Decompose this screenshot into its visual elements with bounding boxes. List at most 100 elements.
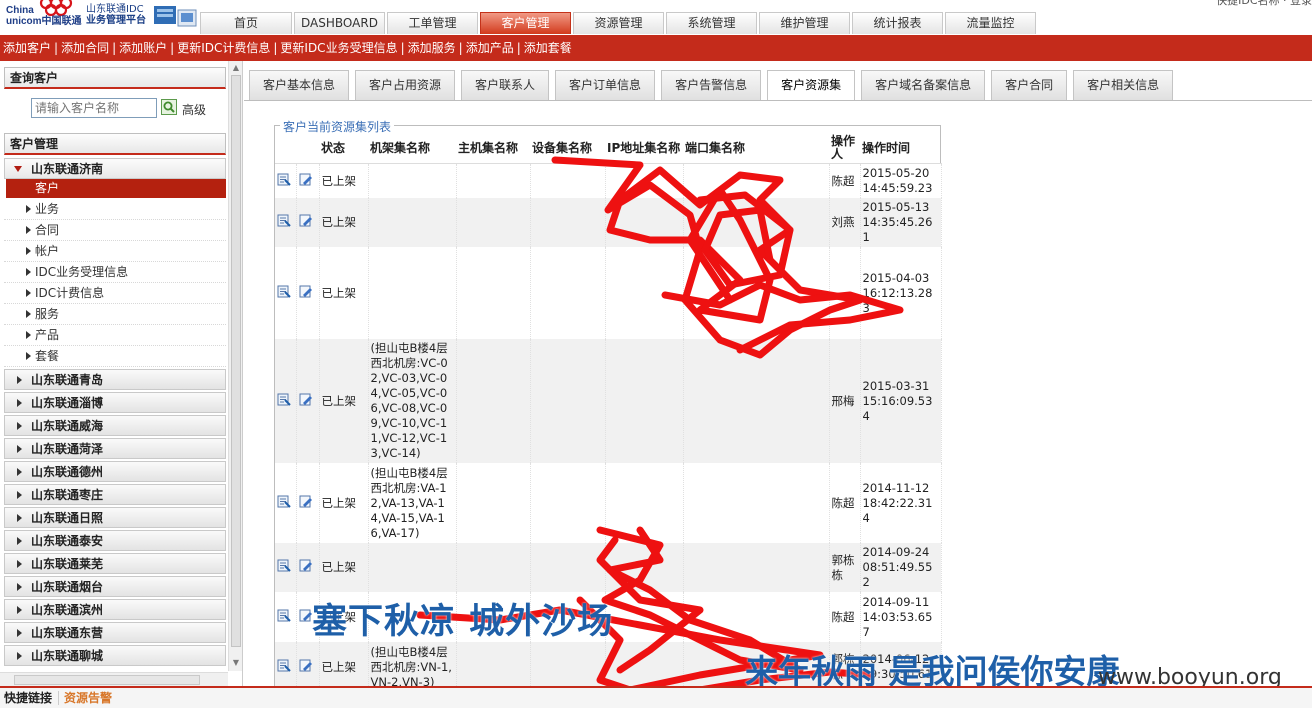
tab-basic-info[interactable]: 客户基本信息	[249, 70, 350, 100]
region-heze[interactable]: 山东联通菏泽	[4, 438, 226, 459]
region-rizhao[interactable]: 山东联通日照	[4, 507, 226, 528]
edit-icon[interactable]	[299, 659, 313, 672]
tab-occupied-resources[interactable]: 客户占用资源	[355, 70, 456, 100]
view-detail-icon[interactable]	[277, 495, 291, 508]
nav-statistics[interactable]: 统计报表	[852, 12, 943, 34]
magnifier-icon[interactable]	[161, 99, 177, 115]
resource-alarm-link[interactable]: 资源告警	[58, 691, 113, 705]
tab-alarms[interactable]: 客户告警信息	[661, 70, 762, 100]
view-detail-icon[interactable]	[277, 559, 291, 572]
ip-set-cell	[605, 339, 684, 463]
region-laiwu[interactable]: 山东联通莱芜	[4, 553, 226, 574]
header: China unicom中国联通 山东联通IDC 业务管理平台 快捷IDC名称 …	[0, 0, 1312, 34]
region-qingdao[interactable]: 山东联通青岛	[4, 369, 226, 390]
host-set-cell	[456, 247, 531, 339]
edit-icon[interactable]	[299, 285, 313, 298]
add-service-link[interactable]: 添加服务	[408, 41, 456, 55]
scrollbar-thumb[interactable]	[14, 675, 200, 685]
nav-resource-management[interactable]: 资源管理	[573, 12, 664, 34]
edit-icon[interactable]	[299, 393, 313, 406]
collapsed-triangle-icon	[17, 491, 22, 499]
sidebar-item-product[interactable]: 产品	[4, 325, 226, 346]
sidebar-item-package[interactable]: 套餐	[4, 346, 226, 367]
sidebar-item-business[interactable]: 业务	[4, 199, 226, 220]
add-package-link[interactable]: 添加套餐	[524, 41, 572, 55]
port-set-cell	[683, 463, 830, 543]
tab-related-info[interactable]: 客户相关信息	[1073, 70, 1174, 100]
tab-resource-sets[interactable]: 客户资源集	[767, 70, 856, 101]
view-detail-icon[interactable]	[277, 214, 291, 227]
customer-name-search-input[interactable]	[31, 98, 157, 118]
edit-icon[interactable]	[299, 214, 313, 227]
view-detail-icon[interactable]	[277, 609, 291, 622]
status-cell: 已上架	[319, 463, 369, 543]
tab-orders[interactable]: 客户订单信息	[555, 70, 656, 100]
region-dezhou[interactable]: 山东联通德州	[4, 461, 226, 482]
view-detail-icon[interactable]	[277, 173, 291, 186]
status-cell: 已上架	[319, 339, 369, 463]
add-contract-link[interactable]: 添加合同	[61, 41, 109, 55]
region-weihai[interactable]: 山东联通威海	[4, 415, 226, 436]
sidebar-item-account[interactable]: 帐户	[4, 241, 226, 262]
sidebar-item-idc-acceptance[interactable]: IDC业务受理信息	[4, 262, 226, 283]
view-detail-icon[interactable]	[277, 393, 291, 406]
scroll-up-icon[interactable]: ▲	[231, 62, 241, 74]
add-account-link[interactable]: 添加账户	[119, 41, 167, 55]
edit-icon[interactable]	[299, 609, 313, 622]
sidebar-item-service[interactable]: 服务	[4, 304, 226, 325]
device-set-cell	[530, 247, 606, 339]
port-set-cell	[683, 198, 830, 247]
region-zibo[interactable]: 山东联通淄博	[4, 392, 226, 413]
region-jinan[interactable]: 山东联通济南	[4, 158, 226, 179]
tab-contracts[interactable]: 客户合同	[991, 70, 1068, 100]
region-label: 山东联通滨州	[31, 603, 104, 617]
view-detail-icon[interactable]	[277, 659, 291, 672]
sidebar-item-customer[interactable]: 客户	[6, 179, 226, 198]
add-product-link[interactable]: 添加产品	[466, 41, 514, 55]
unicom-logo: China unicom中国联通 山东联通IDC 业务管理平台	[2, 0, 200, 32]
region-dongying[interactable]: 山东联通东营	[4, 622, 226, 643]
nav-system-management[interactable]: 系统管理	[666, 12, 757, 34]
nav-dashboard[interactable]: DASHBOARD	[294, 12, 385, 34]
sidebar-item-label: 业务	[35, 202, 60, 216]
view-detail-icon[interactable]	[277, 285, 291, 298]
advanced-search-link[interactable]: 高级	[182, 101, 206, 118]
sidebar-horizontal-scrollbar[interactable]	[0, 672, 228, 686]
nav-customer-management[interactable]: 客户管理	[480, 12, 571, 34]
sidebar-item-contract[interactable]: 合同	[4, 220, 226, 241]
nav-maintenance-management[interactable]: 维护管理	[759, 12, 850, 34]
region-yantai[interactable]: 山东联通烟台	[4, 576, 226, 597]
region-zaozhuang[interactable]: 山东联通枣庄	[4, 484, 226, 505]
collapsed-triangle-icon	[17, 560, 22, 568]
status-cell: 已上架	[319, 163, 369, 198]
region-liaocheng[interactable]: 山东联通聊城	[4, 645, 226, 666]
scroll-down-icon[interactable]: ▼	[231, 657, 241, 669]
tab-domain-filing[interactable]: 客户域名备案信息	[861, 70, 986, 100]
status-cell: 已上架	[319, 198, 369, 247]
device-set-cell	[530, 642, 606, 686]
collapsed-triangle-icon	[26, 226, 31, 234]
sidebar-vertical-scrollbar[interactable]: ▲ ▼	[228, 61, 242, 671]
add-customer-link[interactable]: 添加客户	[3, 41, 51, 55]
region-label: 山东联通泰安	[31, 534, 104, 548]
scrollbar-thumb[interactable]	[231, 75, 241, 647]
update-idc-billing-link[interactable]: 更新IDC计费信息	[177, 41, 270, 55]
collapsed-triangle-icon	[26, 352, 31, 360]
column-header	[296, 133, 319, 164]
update-idc-acceptance-link[interactable]: 更新IDC业务受理信息	[280, 41, 397, 55]
nav-home[interactable]: 首页	[200, 12, 292, 34]
sidebar-item-idc-billing[interactable]: IDC计费信息	[4, 283, 226, 304]
nav-ticket-management[interactable]: 工单管理	[387, 12, 478, 34]
tab-contacts[interactable]: 客户联系人	[461, 70, 550, 100]
edit-icon[interactable]	[299, 559, 313, 572]
nav-traffic-monitor[interactable]: 流量监控	[945, 12, 1036, 34]
edit-icon[interactable]	[299, 495, 313, 508]
device-set-cell	[530, 198, 606, 247]
ip-set-cell	[605, 247, 684, 339]
region-binzhou[interactable]: 山东联通滨州	[4, 599, 226, 620]
region-taian[interactable]: 山东联通泰安	[4, 530, 226, 551]
sidebar-item-label: IDC计费信息	[35, 286, 105, 300]
quick-links[interactable]: 快捷链接	[4, 691, 52, 705]
edit-icon[interactable]	[299, 173, 313, 186]
top-right-login[interactable]: 快捷IDC名称 · 登录	[1216, 0, 1312, 8]
